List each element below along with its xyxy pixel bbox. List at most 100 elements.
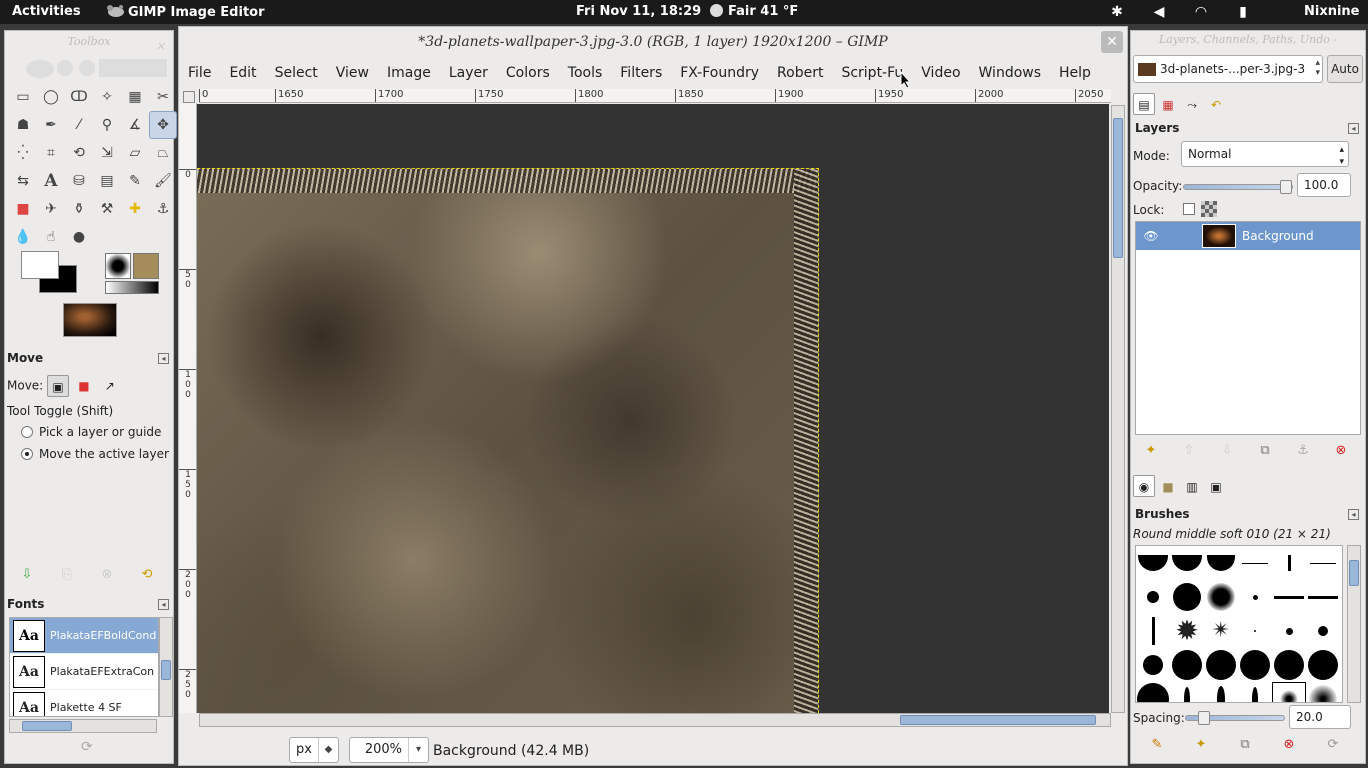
brush-item[interactable] — [1204, 648, 1238, 682]
measure-tool-icon[interactable]: ∡ — [121, 111, 149, 139]
brush-item[interactable] — [1170, 648, 1204, 682]
brush-item[interactable] — [1170, 546, 1204, 580]
brush-item[interactable] — [1204, 546, 1238, 580]
brush-item[interactable] — [1204, 682, 1238, 702]
clock[interactable]: Fri Nov 11, 18:29 — [576, 4, 701, 19]
lock-alpha-checkerboard-icon[interactable] — [1201, 201, 1217, 217]
zoom-tool-icon[interactable]: ⚲ — [93, 111, 121, 139]
smudge-tool-icon[interactable]: ☝ — [37, 223, 65, 251]
auto-button[interactable]: Auto — [1327, 55, 1363, 83]
foreground-color[interactable] — [21, 251, 59, 279]
lower-layer-icon[interactable]: ⇩ — [1219, 443, 1235, 459]
menu-filters[interactable]: Filters — [611, 59, 671, 87]
eraser-tool-icon[interactable]: ■ — [9, 195, 37, 223]
brush-item[interactable] — [1272, 614, 1306, 648]
app-menu[interactable]: GIMP Image Editor — [104, 4, 265, 20]
unit-selector[interactable]: px ◆ — [289, 737, 339, 763]
scroll-thumb[interactable] — [900, 715, 1096, 725]
paths-tool-icon[interactable]: ✒ — [37, 111, 65, 139]
dodge-burn-tool-icon[interactable]: ● — [65, 223, 93, 251]
refresh-fonts-icon[interactable]: ⟳ — [81, 739, 93, 755]
save-options-icon[interactable]: ⇩ — [19, 567, 35, 583]
brush-item[interactable] — [1272, 648, 1306, 682]
image-selector[interactable]: 3d-planets-...per-3.jpg-3 ▴ ▾ — [1133, 55, 1323, 83]
foreground-select-tool-icon[interactable]: ☗ — [9, 111, 37, 139]
battery-icon[interactable]: ▮ — [1234, 3, 1252, 21]
menu-select[interactable]: Select — [266, 59, 327, 87]
image-canvas[interactable] — [197, 104, 1109, 713]
anchor-layer-icon[interactable]: ⚓ — [1295, 443, 1311, 459]
move-selection-mode-icon[interactable]: ■ — [73, 375, 95, 397]
menu-edit[interactable]: Edit — [220, 59, 265, 87]
new-brush-icon[interactable]: ✦ — [1193, 737, 1209, 753]
crop-tool-icon[interactable]: ⌗ — [37, 139, 65, 167]
active-image-preview[interactable] — [63, 303, 117, 337]
tab-paths-icon[interactable]: ⤳ — [1181, 93, 1203, 115]
fuzzy-select-tool-icon[interactable]: ✧ — [93, 83, 121, 111]
tab-images-icon[interactable]: ▣ — [1205, 475, 1227, 497]
move-tool-icon[interactable]: ✥ — [149, 111, 177, 139]
user-menu[interactable]: Nixnine — [1304, 4, 1360, 19]
shear-tool-icon[interactable]: ▱ — [121, 139, 149, 167]
rect-select-tool-icon[interactable]: ▭ — [9, 83, 37, 111]
layer-row[interactable]: 👁 Background — [1136, 222, 1360, 250]
blend-tool-icon[interactable]: ▤ — [93, 167, 121, 195]
brush-item[interactable] — [1204, 580, 1238, 614]
configure-tab-icon[interactable]: ◂ — [158, 353, 169, 364]
tab-undo-icon[interactable]: ↶ — [1205, 93, 1227, 115]
spacing-slider[interactable] — [1185, 711, 1285, 725]
brush-item[interactable] — [1136, 580, 1170, 614]
paintbrush-tool-icon[interactable]: 🖌 — [149, 167, 177, 195]
refresh-brushes-icon[interactable]: ⟳ — [1325, 737, 1341, 753]
brush-item[interactable] — [1238, 648, 1272, 682]
active-brush-preview[interactable] — [105, 253, 131, 279]
menu-image[interactable]: Image — [378, 59, 440, 87]
color-area[interactable] — [21, 251, 81, 295]
brush-item[interactable] — [1238, 546, 1272, 580]
perspective-tool-icon[interactable]: ⏢ — [149, 139, 177, 167]
font-list-hscrollbar[interactable] — [9, 719, 157, 733]
flip-tool-icon[interactable]: ⇆ — [9, 167, 37, 195]
accessibility-icon[interactable]: ✱ — [1108, 3, 1126, 21]
duplicate-layer-icon[interactable]: ⧉ — [1257, 443, 1273, 459]
wifi-icon[interactable]: ◠ — [1192, 3, 1210, 21]
brush-item[interactable] — [1136, 648, 1170, 682]
brush-grid-scrollbar[interactable] — [1347, 545, 1361, 703]
brush-item[interactable] — [1238, 614, 1272, 648]
move-layer-mode-icon[interactable]: ▣ — [47, 375, 70, 397]
free-select-tool-icon[interactable]: ↀ — [65, 83, 93, 111]
bucket-fill-tool-icon[interactable]: ⛁ — [65, 167, 93, 195]
tab-brushes-icon[interactable]: ◉ — [1133, 475, 1155, 497]
brush-item[interactable] — [1136, 614, 1170, 648]
brush-item[interactable]: ✴ — [1204, 614, 1238, 648]
text-tool-icon[interactable]: A — [37, 167, 65, 195]
brush-item[interactable] — [1238, 682, 1272, 702]
ellipse-select-tool-icon[interactable]: ◯ — [37, 83, 65, 111]
delete-layer-icon[interactable]: ⊗ — [1333, 443, 1349, 459]
airbrush-tool-icon[interactable]: ✈ — [37, 195, 65, 223]
tab-patterns-icon[interactable]: ■ — [1157, 475, 1179, 497]
layer-image[interactable] — [197, 168, 819, 713]
align-tool-icon[interactable]: ⁛ — [9, 139, 37, 167]
opacity-field[interactable]: 100.0 — [1297, 173, 1351, 197]
brush-item-selected[interactable] — [1272, 682, 1306, 702]
brush-item[interactable] — [1136, 682, 1170, 702]
brush-item[interactable] — [1170, 580, 1204, 614]
restore-options-icon[interactable]: ⎘ — [59, 567, 75, 583]
weather-indicator[interactable]: Fair 41 °F — [710, 4, 798, 19]
font-item[interactable]: Aa Plakette 4 SF — [10, 690, 158, 716]
menu-tools[interactable]: Tools — [559, 59, 612, 87]
menu-fx-foundry[interactable]: FX-Foundry — [671, 59, 768, 87]
zoom-selector[interactable]: 200% ▾ — [349, 737, 429, 763]
quick-mask-corner-icon[interactable] — [183, 91, 195, 103]
radio-pick-layer[interactable] — [21, 426, 33, 438]
active-pattern-preview[interactable] — [133, 253, 159, 279]
lock-pixels-checkbox[interactable] — [1183, 203, 1195, 215]
vertical-ruler[interactable]: 0 50 100 150 200 250 — [179, 103, 197, 713]
clone-tool-icon[interactable]: ⚒ — [93, 195, 121, 223]
visibility-eye-icon[interactable]: 👁 — [1140, 229, 1162, 243]
brush-item[interactable]: ✹ — [1170, 614, 1204, 648]
pick-layer-radio[interactable]: Pick a layer or guide — [21, 425, 161, 439]
brush-item[interactable] — [1306, 580, 1340, 614]
configure-tab-icon[interactable]: ◂ — [158, 599, 169, 610]
